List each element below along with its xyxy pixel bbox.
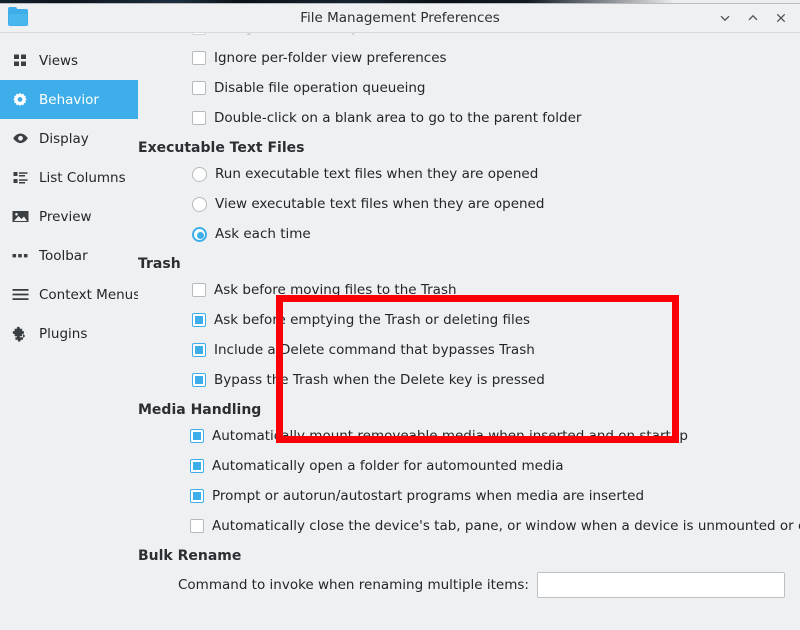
option-label: Ask before emptying the Trash or deletin… [214,312,531,328]
checkbox[interactable] [190,489,204,503]
window-title: File Management Preferences [300,10,500,26]
option-view-executable-text-files[interactable]: View executable text files when they are… [138,189,800,219]
option-label: Prompt or autorun/autostart programs whe… [212,488,645,504]
gear-icon [10,91,30,109]
option-label: Automatically close the device's tab, pa… [212,518,800,534]
sidebar-item-preview[interactable]: Preview [0,197,138,236]
maximize-button[interactable] [740,6,766,30]
option-disable-file-operation-queueing[interactable]: Disable file operation queueing [138,73,800,103]
option-label: Include a Delete command that bypasses T… [214,342,535,358]
bulk-rename-group: Bulk Rename Command to invoke when renam… [138,541,800,603]
sidebar-item-label: Toolbar [39,247,88,264]
option-label: Double-click on a blank area to go to th… [214,110,582,126]
checkbox[interactable] [192,81,206,95]
option-double-click-blank-area[interactable]: Double-click on a blank area to go to th… [138,103,800,133]
option-label: Bypass the Trash when the Delete key is … [214,372,545,388]
sidebar-item-plugins[interactable]: Plugins [0,314,138,353]
trash-group: Trash Ask before moving files to the Tra… [138,249,800,395]
checkbox[interactable] [192,373,206,387]
sidebar-item-list-columns[interactable]: List Columns [0,158,138,197]
grid-icon [10,52,30,70]
option-always-start-dual-pane[interactable]: Always start in dual pane view [138,33,800,43]
section-title-executable-text-files: Executable Text Files [138,140,305,156]
chevron-down-icon [720,15,730,22]
settings-sidebar: Views Behavior Display List Columns Prev… [0,33,141,630]
close-icon [776,13,786,23]
executable-text-files-group: Executable Text Files Run executable tex… [138,133,800,249]
media-handling-group: Media Handling Automatically mount remov… [138,395,800,541]
checkbox[interactable] [192,33,206,35]
sidebar-item-display[interactable]: Display [0,119,138,158]
list-columns-icon [10,169,30,187]
section-title-bulk-rename: Bulk Rename [138,548,242,564]
radio-button[interactable] [192,226,207,242]
sidebar-item-label: Context Menus [39,286,141,303]
settings-content-pane: Always start in dual pane view Ignore pe… [138,33,800,630]
folder-icon [8,7,28,26]
sidebar-item-label: Behavior [39,91,99,108]
sidebar-item-context-menus[interactable]: Context Menus [0,275,141,314]
checkbox[interactable] [190,429,204,443]
window-controls [712,4,794,32]
puzzle-icon [10,325,30,343]
image-icon [10,208,30,226]
option-label: Automatically mount removeable media whe… [212,428,688,444]
bulk-rename-command-input[interactable] [536,572,785,598]
sidebar-item-label: Preview [39,208,92,225]
option-include-delete-command[interactable]: Include a Delete command that bypasses T… [138,335,800,365]
sidebar-item-behavior[interactable]: Behavior [0,80,138,119]
checkbox[interactable] [192,111,206,125]
checkbox[interactable] [192,343,206,357]
window-body: Views Behavior Display List Columns Prev… [0,33,800,630]
hamburger-icon [10,286,30,304]
option-bypass-trash-on-delete-key[interactable]: Bypass the Trash when the Delete key is … [138,365,800,395]
sidebar-item-label: List Columns [39,169,126,186]
dots-icon [10,247,30,265]
radio-button[interactable] [192,166,207,182]
option-run-executable-text-files[interactable]: Run executable text files when they are … [138,159,800,189]
sidebar-item-label: Plugins [39,325,88,342]
option-label: Always start in dual pane view [214,33,420,36]
section-title-media-handling: Media Handling [138,402,262,418]
minimize-button[interactable] [712,6,738,30]
bulk-rename-field-label: Command to invoke when renaming multiple… [178,577,529,593]
option-label: View executable text files when they are… [215,196,545,212]
settings-scroll-area: Always start in dual pane view Ignore pe… [138,33,800,603]
option-label: Ignore per-folder view preferences [214,50,447,66]
window-titlebar[interactable]: File Management Preferences [0,4,800,33]
option-ignore-per-folder-view[interactable]: Ignore per-folder view preferences [138,43,800,73]
sidebar-item-label: Display [39,130,89,147]
section-title-trash: Trash [138,256,181,272]
chevron-up-icon [748,14,758,21]
option-prompt-autorun-programs[interactable]: Prompt or autorun/autostart programs whe… [138,481,800,511]
option-auto-mount-removeable-media[interactable]: Automatically mount removeable media whe… [138,421,800,451]
option-auto-open-folder-automounted[interactable]: Automatically open a folder for automoun… [138,451,800,481]
checkbox[interactable] [192,313,206,327]
close-button[interactable] [768,6,794,30]
general-options-group: Always start in dual pane view Ignore pe… [138,33,800,133]
option-ask-before-moving-to-trash[interactable]: Ask before moving files to the Trash [138,275,800,305]
bulk-rename-row: Command to invoke when renaming multiple… [138,567,800,603]
checkbox[interactable] [190,519,204,533]
preferences-window: File Management Preferences Views Behavi… [0,4,800,630]
checkbox[interactable] [192,283,206,297]
eye-icon [10,130,30,148]
sidebar-item-views[interactable]: Views [0,41,138,80]
option-label: Ask each time [215,226,311,242]
checkbox[interactable] [190,459,204,473]
option-ask-each-time[interactable]: Ask each time [138,219,800,249]
radio-button[interactable] [192,196,207,212]
option-label: Automatically open a folder for automoun… [212,458,564,474]
sidebar-item-toolbar[interactable]: Toolbar [0,236,138,275]
checkbox[interactable] [192,51,206,65]
option-label: Ask before moving files to the Trash [214,282,457,298]
option-label: Run executable text files when they are … [215,166,539,182]
option-label: Disable file operation queueing [214,80,426,96]
option-auto-close-device-tab[interactable]: Automatically close the device's tab, pa… [138,511,800,541]
option-ask-before-emptying-trash[interactable]: Ask before emptying the Trash or deletin… [138,305,800,335]
sidebar-item-label: Views [39,52,79,69]
